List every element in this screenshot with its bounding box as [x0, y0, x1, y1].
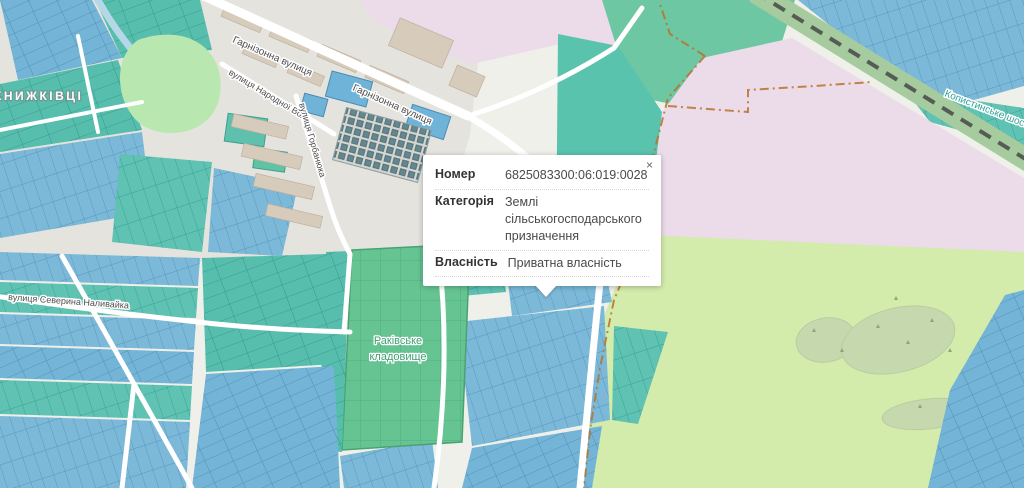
popup-row-category: Категорія Землі сільськогосподарського п… [435, 190, 649, 251]
popup-label: Власність [435, 255, 498, 272]
popup-label: Номер [435, 167, 495, 184]
popup-tail [535, 285, 557, 297]
popup-value: Землі сільськогосподарського призначення [505, 194, 649, 245]
popup-value: 6825083300:06:019:0028 [505, 167, 649, 184]
popup-row-ownership: Власність Приватна власність [435, 251, 649, 278]
close-icon[interactable]: × [642, 156, 657, 174]
parcel-info-popup: × Номер 6825083300:06:019:0028 Категорія… [423, 155, 661, 286]
place-label: КНИЖКІВЦІ [0, 89, 83, 103]
cemetery-label-line1: Раківське [374, 335, 422, 347]
cemetery-label-line2: кладовище [369, 351, 426, 363]
park-area [120, 35, 221, 133]
popup-value: Приватна власність [508, 255, 649, 272]
popup-row-number: Номер 6825083300:06:019:0028 [435, 163, 649, 190]
popup-label: Категорія [435, 194, 495, 245]
cadastral-map-screen: КНИЖКІВЦІ Гарнізонна вулиця Гарнізонна в… [0, 0, 1024, 488]
